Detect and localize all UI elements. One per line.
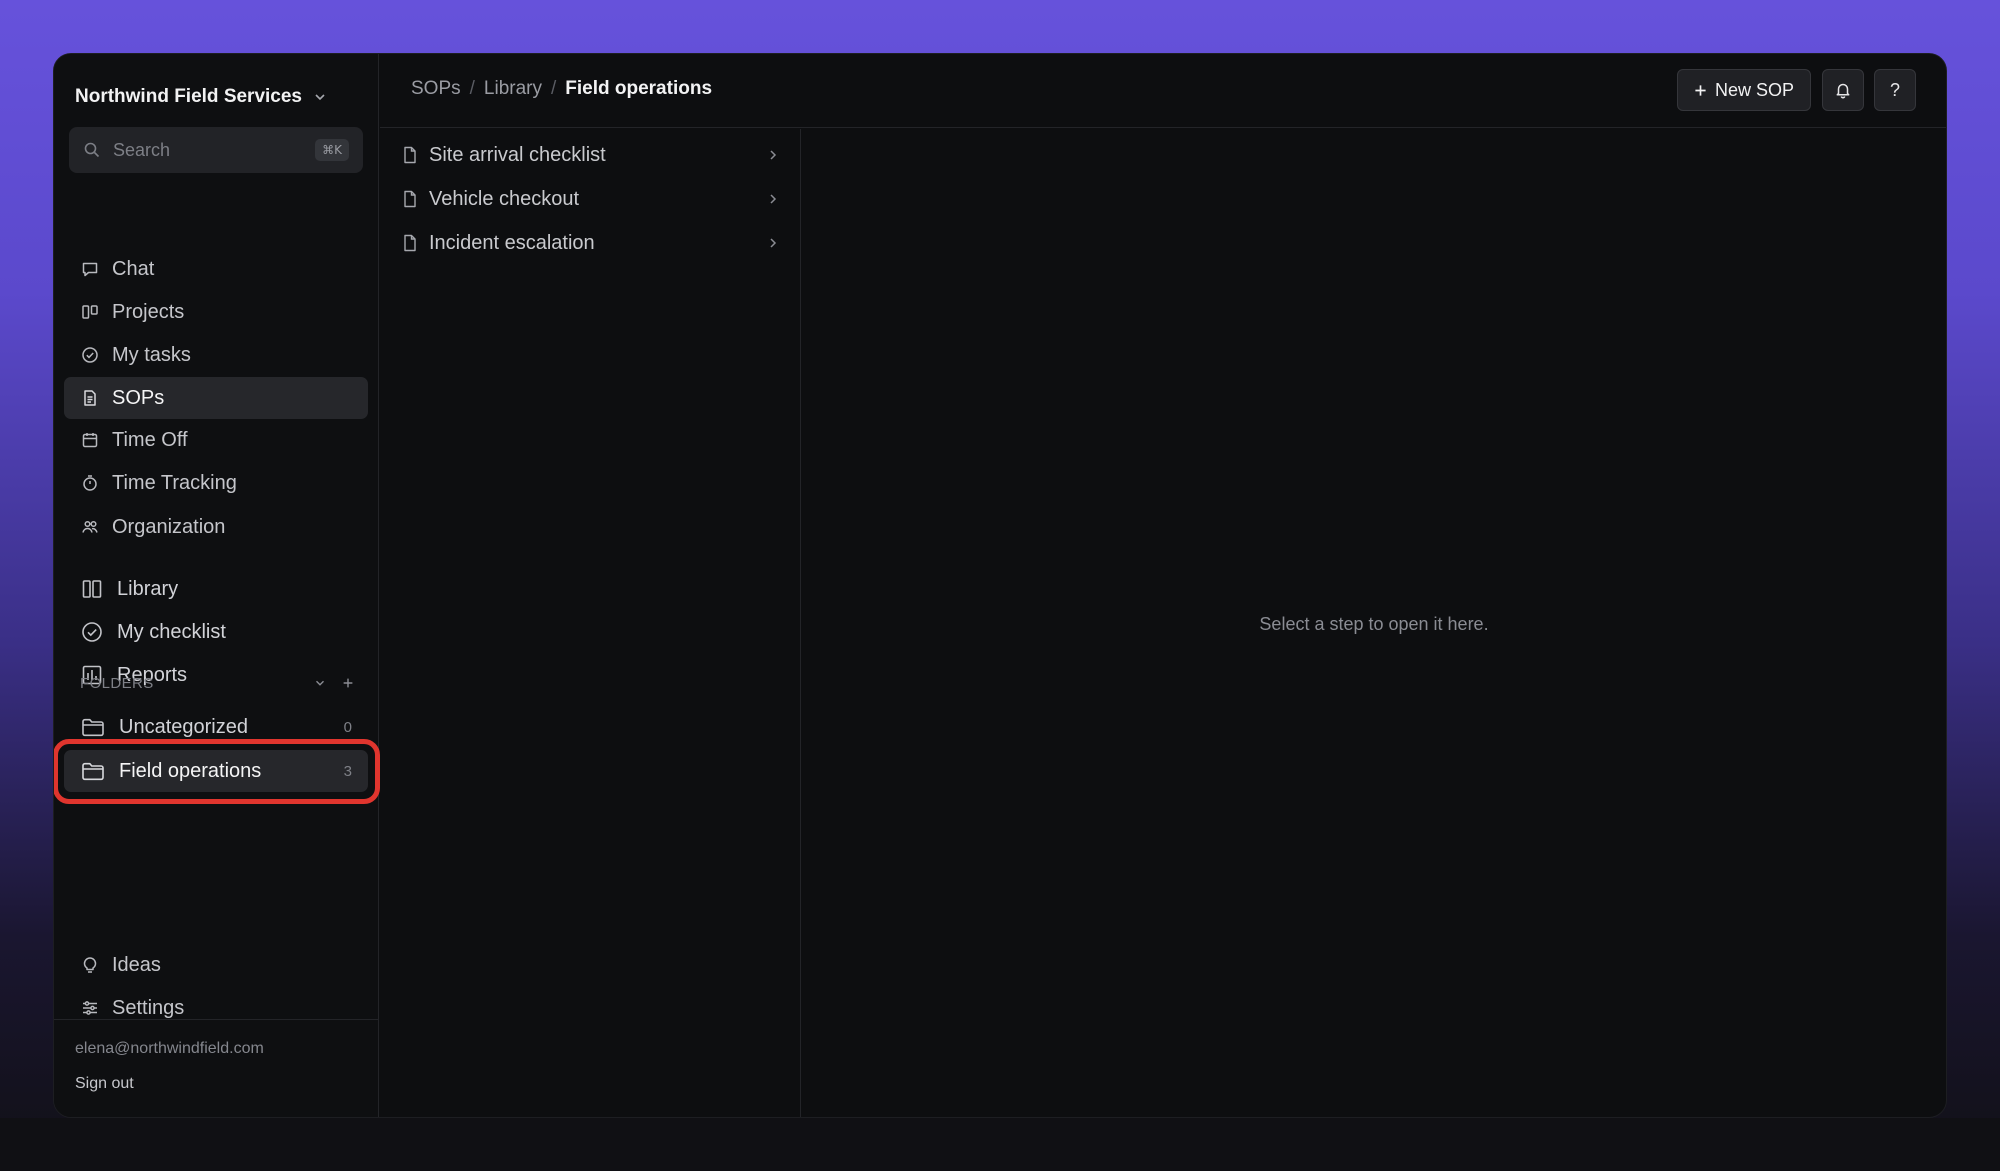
check-circle-icon [82, 622, 102, 642]
search-shortcut: ⌘K [315, 139, 349, 161]
folder-icon [82, 718, 104, 737]
sidebar: Northwind Field Services Search ⌘K Chat … [54, 54, 379, 1117]
folder-count: 3 [343, 762, 352, 780]
list-item-title: Incident escalation [429, 231, 595, 254]
workspace-name: Northwind Field Services [75, 86, 302, 107]
user-email: elena@northwindfield.com [75, 1040, 264, 1057]
lightbulb-icon [83, 957, 97, 973]
nav-item-library[interactable]: Library [64, 568, 368, 610]
sign-out-link[interactable]: Sign out [75, 1075, 134, 1093]
folders-header-label: FOLDERS [80, 674, 154, 692]
divider [54, 1019, 379, 1020]
notifications-button[interactable] [1822, 69, 1864, 111]
nav-item-ideas[interactable]: Ideas [64, 944, 368, 986]
breadcrumb-separator: / [550, 78, 557, 99]
projects-icon [82, 305, 98, 319]
breadcrumb-current: Field operations [565, 78, 713, 99]
document-icon [84, 390, 96, 406]
chevron-down-icon [315, 94, 325, 101]
chevron-down-icon [316, 680, 324, 686]
detail-empty-message: Select a step to open it here. [1259, 614, 1489, 634]
chevron-right-icon [770, 194, 777, 204]
app-window: Northwind Field Services Search ⌘K Chat … [53, 53, 1947, 1118]
collapse-folders-button[interactable] [308, 671, 332, 695]
nav-item-label: SOPs [112, 386, 165, 409]
nav-item-label: Projects [112, 300, 185, 323]
list-item-title: Site arrival checklist [429, 143, 606, 166]
document-icon [404, 146, 416, 164]
nav-item-label: My checklist [117, 620, 226, 643]
nav-item-chat[interactable]: Chat [64, 248, 368, 290]
library-icon [82, 580, 102, 598]
nav-item-settings[interactable]: Settings [64, 987, 368, 1029]
sliders-icon [83, 1001, 97, 1015]
search-icon [84, 142, 100, 158]
check-circle-icon [82, 347, 98, 363]
people-icon [82, 520, 98, 533]
folder-count: 0 [343, 718, 352, 736]
plus-icon [1695, 84, 1706, 96]
breadcrumb: SOPs / Library / Field operations [411, 78, 712, 100]
nav-item-label: My tasks [112, 343, 191, 366]
list-item[interactable]: Incident escalation [402, 223, 780, 263]
chevron-right-icon [770, 150, 777, 160]
nav-item-label: Time Tracking [112, 471, 237, 494]
desktop-strip [0, 1118, 2000, 1171]
folder-item-field-operations[interactable]: Field operations 3 [64, 750, 368, 792]
new-sop-label: New SOP [1714, 79, 1795, 100]
nav-item-time-off[interactable]: Time Off [64, 419, 368, 461]
help-label: ? [1889, 79, 1900, 100]
folder-item-uncategorized[interactable]: Uncategorized 0 [64, 706, 368, 748]
document-icon [404, 190, 416, 208]
search-placeholder: Search [113, 139, 171, 160]
nav-item-my-tasks[interactable]: My tasks [64, 334, 368, 376]
chat-icon [82, 262, 98, 277]
list-item[interactable]: Site arrival checklist [402, 135, 780, 175]
folder-icon [82, 762, 104, 781]
sop-list: Site arrival checklist Vehicle checkout … [380, 129, 801, 1117]
new-sop-button[interactable]: New SOP [1677, 69, 1811, 111]
breadcrumb-separator: / [469, 78, 475, 99]
search-input[interactable]: Search ⌘K [69, 127, 363, 173]
nav-item-projects[interactable]: Projects [64, 291, 368, 333]
nav-item-label: Time Off [112, 428, 188, 451]
nav-item-label: Organization [112, 515, 226, 538]
list-item[interactable]: Vehicle checkout [402, 179, 780, 219]
chevron-right-icon [770, 238, 777, 248]
help-button[interactable]: ? [1874, 69, 1916, 111]
breadcrumb-sops[interactable]: SOPs [411, 78, 461, 100]
nav-item-sops[interactable]: SOPs [64, 377, 368, 419]
document-icon [404, 234, 416, 252]
breadcrumb-library[interactable]: Library [484, 78, 542, 100]
folder-label: Field operations [119, 759, 262, 782]
top-bar: SOPs / Library / Field operations New SO… [380, 54, 1946, 128]
nav-item-label: Chat [112, 257, 155, 280]
list-item-title: Vehicle checkout [429, 187, 580, 210]
folders-header: FOLDERS [80, 671, 360, 695]
plus-icon [343, 678, 353, 688]
nav-item-my-checklist[interactable]: My checklist [64, 611, 368, 653]
nav-item-label: Library [117, 577, 179, 600]
bell-icon [1836, 83, 1850, 99]
add-folder-button[interactable] [336, 671, 360, 695]
calendar-icon [82, 433, 98, 448]
nav-item-time-tracking[interactable]: Time Tracking [64, 462, 368, 504]
folder-label: Uncategorized [119, 715, 248, 738]
workspace-switcher[interactable]: Northwind Field Services [75, 82, 328, 112]
nav-item-organization[interactable]: Organization [64, 506, 368, 548]
nav-item-label: Settings [112, 996, 185, 1019]
nav-item-label: Ideas [112, 953, 161, 976]
stopwatch-icon [83, 475, 97, 491]
